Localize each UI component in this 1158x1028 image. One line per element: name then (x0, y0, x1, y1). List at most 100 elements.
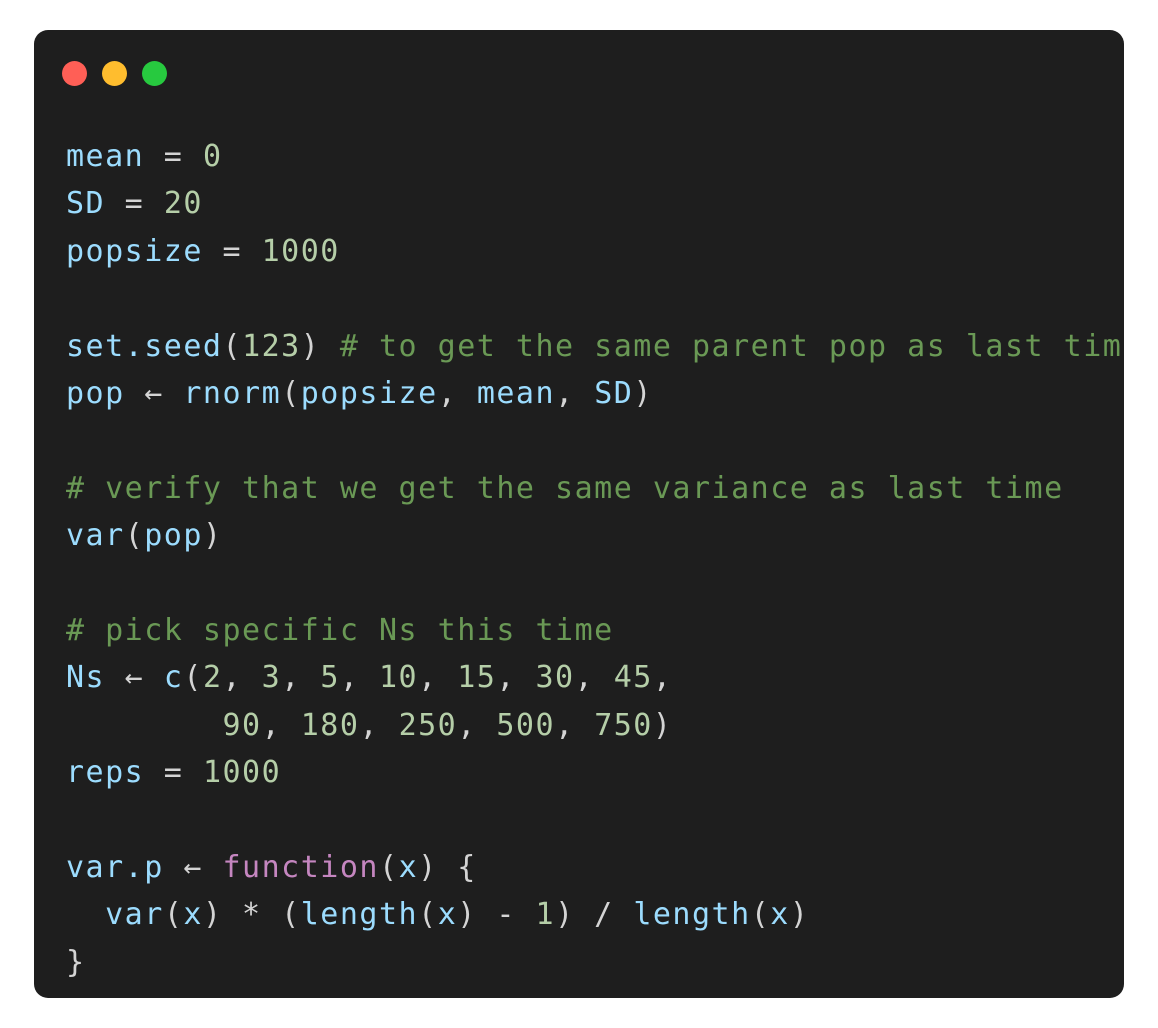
code-token: , (339, 660, 379, 696)
code-token: ) - (457, 897, 536, 933)
code-line: mean = 0 (66, 133, 1124, 180)
code-line: # pick specific Ns this time (66, 607, 1124, 654)
code-token: 20 (163, 186, 203, 222)
code-line: 90, 180, 250, 500, 750) (66, 702, 1124, 749)
code-window: mean = 0 SD = 20 popsize = 1000 set.seed(1… (34, 30, 1124, 998)
code-token: ) (652, 707, 673, 743)
code-token: , (496, 660, 536, 696)
code-token: ( (379, 849, 399, 885)
code-token: x (770, 897, 790, 933)
code-line: } (66, 939, 1124, 986)
code-token: , (457, 707, 497, 743)
code-token: mean (476, 375, 556, 411)
code-token: length (300, 897, 419, 933)
minimize-dot-icon (102, 61, 127, 86)
code-token: reps (66, 755, 145, 791)
code-token: pop (144, 518, 203, 554)
code-line: pop ← rnorm(popsize, mean, SD) (66, 370, 1124, 417)
code-token: , (555, 375, 595, 411)
code-token: c (163, 660, 184, 696)
code-token: x (398, 849, 419, 885)
code-token: , (555, 707, 595, 743)
code-token: ) (202, 518, 223, 554)
code-token: = (105, 186, 164, 222)
code-line: var(pop) (66, 512, 1124, 559)
code-token: 5 (320, 660, 340, 696)
code-token: popsize (66, 233, 203, 269)
code-token: function (222, 849, 379, 885)
code-token: Ns (66, 660, 106, 696)
code-line: var(x) * (length(x) - 1) / length(x) (66, 891, 1124, 938)
code-token: , (652, 660, 673, 696)
code-token: } (66, 944, 86, 980)
code-line: set.seed(123) # to get the same parent p… (66, 323, 1124, 370)
code-token: popsize (300, 375, 438, 411)
code-token: ← (105, 660, 164, 696)
code-token: 45 (613, 660, 653, 696)
code-token: length (633, 897, 751, 933)
code-token: ( (163, 897, 184, 933)
code-token: x (437, 897, 458, 933)
code-token: 2 (202, 660, 223, 696)
code-token: ( (750, 897, 771, 933)
code-line: popsize = 1000 (66, 228, 1124, 275)
code-token: , (261, 707, 301, 743)
code-token: 3 (261, 660, 282, 696)
code-token: var (66, 518, 125, 554)
maximize-dot-icon (142, 61, 167, 86)
code-token: var.p (66, 849, 164, 885)
code-token: = (202, 233, 262, 269)
close-dot-icon (62, 61, 87, 86)
code-token: rnorm (183, 375, 282, 411)
code-token: ( (222, 328, 243, 364)
code-token: , (437, 375, 477, 411)
code-token: ( (124, 518, 145, 554)
code-token: # to get the same parent pop as last tim… (339, 328, 1124, 364)
code-token: = (144, 139, 203, 174)
code-token: 1000 (202, 755, 282, 791)
code-token: 10 (379, 660, 419, 696)
code-token: set.seed (66, 328, 223, 364)
code-token: 180 (300, 707, 360, 743)
code-token: 15 (457, 660, 497, 696)
code-token: 500 (496, 707, 556, 743)
code-token: , (281, 660, 321, 696)
code-token: SD (594, 375, 634, 411)
code-token: pop (66, 375, 125, 411)
code-block: mean = 0 SD = 20 popsize = 1000 set.seed(1… (66, 133, 1124, 986)
code-token: 1000 (261, 233, 340, 269)
code-token: 1 (535, 897, 556, 933)
code-token: 123 (242, 328, 301, 364)
code-token: ) (300, 328, 340, 364)
code-token: , (359, 707, 399, 743)
code-token: , (222, 660, 262, 696)
code-line: var.p ← function(x) { (66, 844, 1124, 891)
code-token: x (183, 897, 203, 933)
code-token: 750 (594, 707, 653, 743)
code-token: ← (124, 375, 184, 411)
code-token: # verify that we get the same variance a… (66, 470, 1064, 506)
code-token: ) / (555, 897, 634, 933)
code-token: ) { (418, 849, 477, 885)
code-token: ( (281, 375, 301, 411)
code-token: 30 (535, 660, 575, 696)
code-line: Ns ← c(2, 3, 5, 10, 15, 30, 45, (66, 654, 1124, 701)
code-line: SD = 20 (66, 180, 1124, 227)
code-token: ( (418, 897, 438, 933)
code-token: 90 (222, 707, 262, 743)
code-token: var (105, 897, 164, 933)
code-token: = (144, 755, 203, 791)
code-token: ) (633, 375, 653, 411)
code-token: ) (789, 897, 810, 933)
code-token: , (418, 660, 458, 696)
code-token: 250 (398, 707, 458, 743)
code-line: reps = 1000 (66, 749, 1124, 796)
code-token: mean (66, 139, 145, 174)
code-token: ← (163, 849, 223, 885)
